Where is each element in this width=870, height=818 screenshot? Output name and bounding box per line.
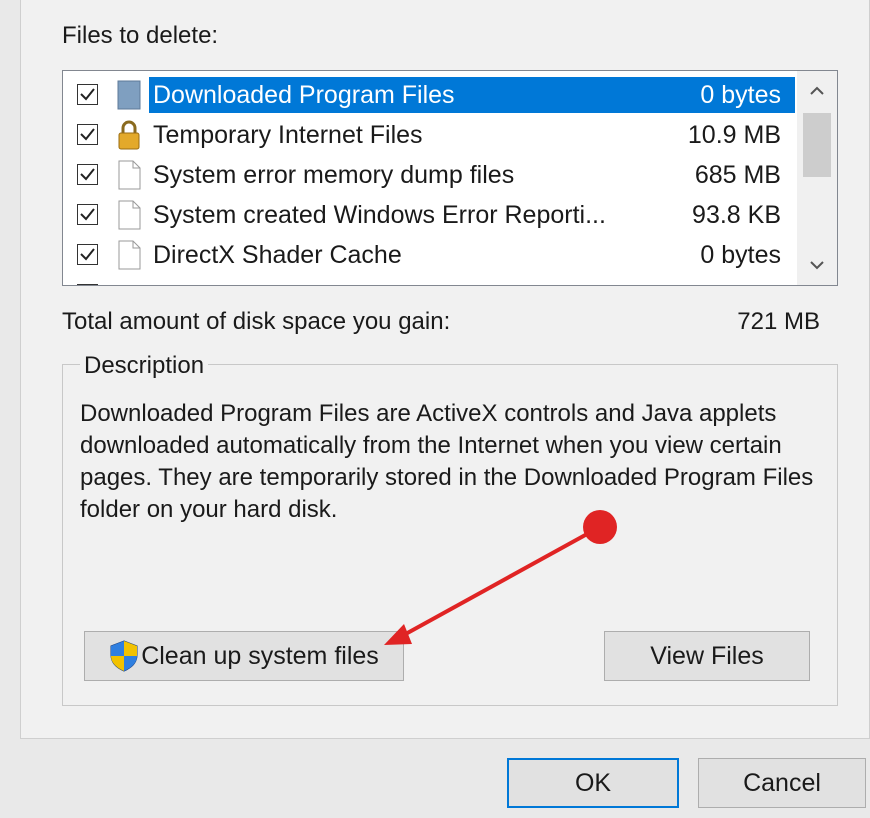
list-item[interactable]: Temporary Internet Files 10.9 MB (63, 115, 795, 155)
list-item[interactable]: System created Windows Error Reporti... … (63, 195, 795, 235)
file-icon (118, 160, 141, 190)
uac-shield-icon (110, 640, 138, 672)
clean-up-system-files-button[interactable]: Clean up system files (84, 631, 404, 681)
file-name: Downloaded Program Files (149, 77, 795, 113)
file-size: 0 bytes (700, 241, 781, 269)
view-files-button[interactable]: View Files (604, 631, 810, 681)
checkbox[interactable] (77, 284, 98, 285)
file-icon (118, 200, 141, 230)
checkbox[interactable] (77, 84, 98, 105)
ok-button[interactable]: OK (507, 758, 679, 808)
list-item[interactable]: DirectX Shader Cache 0 bytes (63, 235, 795, 275)
file-icon (118, 240, 141, 270)
scroll-thumb[interactable] (803, 113, 831, 177)
downloaded-program-files-icon (117, 80, 141, 110)
list-item[interactable]: System error memory dump files 685 MB (63, 155, 795, 195)
file-name: DirectX Shader Cache (153, 241, 402, 269)
checkbox[interactable] (77, 204, 98, 225)
file-size: 685 MB (694, 161, 781, 189)
chevron-up-icon (810, 86, 824, 95)
description-title: Description (80, 352, 209, 380)
cancel-button[interactable]: Cancel (698, 758, 866, 808)
file-size: 10.9 MB (687, 121, 781, 149)
total-space-label: Total amount of disk space you gain: (62, 308, 451, 335)
file-name: Temporary Internet Files (153, 121, 423, 149)
file-size: 93.8 KB (692, 201, 781, 229)
checkbox[interactable] (77, 164, 98, 185)
file-name: System error memory dump files (153, 161, 515, 189)
chevron-down-icon (810, 261, 824, 270)
total-space-value: 721 MB (737, 308, 820, 335)
list-item-partial[interactable] (63, 275, 795, 285)
scroll-down-button[interactable] (797, 245, 837, 285)
checkbox[interactable] (77, 124, 98, 145)
description-text: Downloaded Program Files are ActiveX con… (80, 400, 814, 523)
file-size: 0 bytes (700, 81, 781, 109)
list-scrollbar[interactable] (797, 71, 837, 285)
clean-up-system-files-label: Clean up system files (141, 641, 379, 670)
list-item[interactable]: Downloaded Program Files 0 bytes (63, 75, 795, 115)
file-name: System created Windows Error Reporti... (153, 201, 606, 229)
files-to-delete-list[interactable]: Downloaded Program Files 0 bytes Tempora… (62, 70, 838, 286)
files-to-delete-label: Files to delete: (62, 22, 219, 49)
lock-icon (118, 120, 140, 150)
checkbox[interactable] (77, 244, 98, 265)
scroll-up-button[interactable] (797, 71, 837, 111)
